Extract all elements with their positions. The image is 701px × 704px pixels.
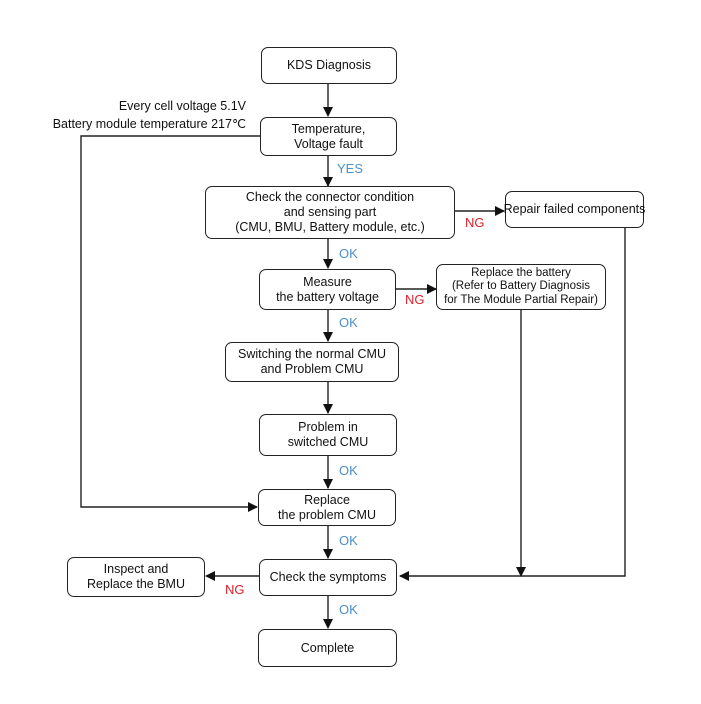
node-text: and sensing part	[283, 205, 377, 219]
label-yes: YES	[337, 161, 364, 176]
node-replace-problem-cmu: Replace the problem CMU	[258, 489, 396, 526]
node-text: and Problem CMU	[260, 362, 364, 376]
node-text: Replace the BMU	[87, 577, 185, 591]
node-text: Complete	[300, 640, 355, 655]
node-text: Temperature,	[291, 121, 366, 136]
node-text: Repair failed components	[503, 202, 646, 216]
label-ng-voltage: NG	[405, 292, 425, 307]
node-text: Inspect and	[103, 562, 169, 576]
node-text: Measure	[303, 274, 352, 289]
condition-note-voltage: Every cell voltage 5.1V	[118, 99, 246, 113]
node-measure-battery-voltage: Measure the battery voltage	[259, 269, 396, 310]
node-complete: Complete	[258, 629, 397, 667]
node-text: Switching the normal CMU	[238, 347, 386, 361]
node-text: Replace	[304, 492, 350, 507]
label-ok-problem: OK	[339, 463, 358, 478]
node-switching-cmu: Switching the normal CMU and Problem CMU	[225, 342, 399, 382]
node-problem-switched-cmu: Problem in switched CMU	[259, 414, 397, 456]
condition-note-temperature: Battery module temperature 217℃	[52, 117, 246, 131]
node-text: the problem CMU	[278, 507, 376, 522]
node-replace-battery: Replace the battery (Refer to Battery Di…	[436, 264, 606, 310]
node-text: Check the symptoms	[269, 570, 387, 584]
node-check-symptoms: Check the symptoms	[259, 559, 397, 596]
node-text: Replace the battery	[471, 266, 571, 279]
node-temperature-voltage-fault: Temperature, Voltage fault	[260, 117, 397, 156]
label-ng-connector: NG	[465, 215, 485, 230]
node-check-connector: Check the connector condition and sensin…	[205, 186, 455, 239]
node-text: Voltage fault	[294, 136, 363, 151]
node-text: switched CMU	[287, 435, 369, 449]
label-ok-symptoms: OK	[339, 602, 358, 617]
node-text: Check the connector condition	[245, 190, 415, 204]
node-repair-failed-components: Repair failed components	[503, 191, 646, 228]
node-text: the battery voltage	[276, 289, 379, 304]
node-text: (CMU, BMU, Battery module, etc.)	[235, 220, 425, 234]
label-ok-connector: OK	[339, 246, 358, 261]
node-inspect-replace-bmu: Inspect and Replace the BMU	[67, 557, 205, 597]
label-ng-symptoms: NG	[225, 582, 245, 597]
node-text: Problem in	[298, 420, 358, 434]
node-text: for The Module Partial Repair)	[444, 293, 598, 306]
node-text: (Refer to Battery Diagnosis	[451, 280, 591, 293]
label-ok-voltage: OK	[339, 315, 358, 330]
node-text: KDS Diagnosis	[286, 58, 372, 72]
condition-note: Every cell voltage 5.1V Battery module t…	[53, 97, 246, 133]
node-kds-diagnosis: KDS Diagnosis	[261, 47, 397, 84]
label-ok-replace-cmu: OK	[339, 533, 358, 548]
